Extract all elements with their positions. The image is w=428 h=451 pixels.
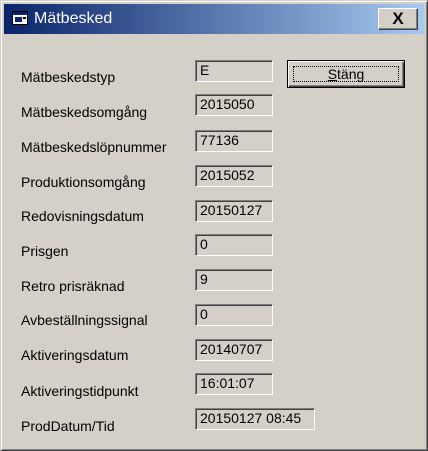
stang-button-label: Stäng — [288, 65, 404, 83]
value-matbeskedstyp[interactable]: E — [195, 60, 273, 82]
label-aktiveringsdatum: Aktiveringsdatum — [21, 347, 129, 363]
value-produktionsomgang[interactable]: 2015052 — [195, 165, 273, 187]
stang-mnemonic: S — [327, 66, 338, 82]
label-retro-prisraknad: Retro prisräknad — [21, 278, 125, 294]
window-title: Mätbesked — [34, 10, 113, 27]
value-aktiveringsdatum[interactable]: 20140707 — [195, 339, 273, 361]
label-matbeskedstyp: Mätbeskedstyp — [21, 69, 116, 85]
label-matbeskedsomgang: Mätbeskedsomgång — [21, 104, 148, 120]
label-matbeskedslopnummer: Mätbeskedslöpnummer — [21, 139, 167, 155]
stang-button[interactable]: Stäng — [287, 60, 405, 88]
title-bar[interactable]: Mätbesked X — [4, 4, 424, 34]
matbesked-window: Mätbesked X Stäng Mätbeskedstyp E Mätbes… — [0, 0, 428, 451]
label-redovisningsdatum: Redovisningsdatum — [21, 208, 144, 224]
label-prisgen: Prisgen — [21, 243, 69, 259]
value-retro-prisraknad[interactable]: 9 — [195, 269, 273, 291]
label-avbestallningssignal: Avbeställningssignal — [21, 312, 148, 328]
window-app-icon — [12, 11, 28, 25]
value-proddatum-tid[interactable]: 20150127 08:45 — [195, 408, 315, 430]
value-avbestallningssignal[interactable]: 0 — [195, 304, 273, 326]
value-aktiveringstidpunkt[interactable]: 16:01:07 — [195, 373, 273, 395]
label-aktiveringstidpunkt: Aktiveringstidpunkt — [21, 383, 139, 399]
close-button[interactable]: X — [378, 8, 418, 30]
close-icon: X — [392, 9, 404, 28]
value-matbeskedsomgang[interactable]: 2015050 — [195, 94, 273, 116]
label-produktionsomgang: Produktionsomgång — [21, 174, 146, 190]
value-prisgen[interactable]: 0 — [195, 234, 273, 256]
stang-label-rest: täng — [337, 66, 365, 82]
value-matbeskedslopnummer[interactable]: 77136 — [195, 130, 273, 152]
label-proddatum-tid: ProdDatum/Tid — [21, 418, 115, 434]
value-redovisningsdatum[interactable]: 20150127 — [195, 200, 273, 222]
